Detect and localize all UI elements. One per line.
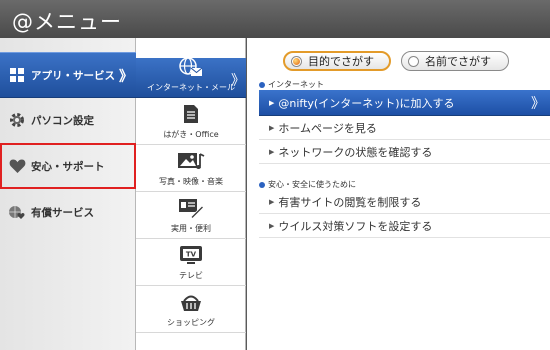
menu-item-restrict-harmful-sites[interactable]: ▶ 有害サイトの閲覧を制限する (259, 190, 550, 214)
category-tv[interactable]: TV テレビ (136, 240, 246, 286)
search-mode-toggle: 目的でさがす 名前でさがす (283, 51, 509, 71)
content-panel: 目的でさがす 名前でさがす インターネット ▶ @nifty(インターネット)に… (247, 38, 550, 350)
search-by-name-label: 名前でさがす (425, 55, 491, 68)
menu-item-label: ホームページを見る (278, 121, 377, 135)
svg-text:TV: TV (186, 251, 197, 259)
radio-unselected-icon (408, 55, 419, 67)
menu-item-view-homepage[interactable]: ▶ ホームページを見る (259, 116, 550, 140)
sidebar-item-paid-services[interactable]: 有償サービス (0, 189, 136, 235)
chevron-right-icon: 》 (531, 95, 545, 112)
menu-item-label: @nifty(インターネット)に加入する (278, 96, 455, 110)
menu-item-antivirus-settings[interactable]: ▶ ウイルス対策ソフトを設定する (259, 214, 550, 238)
category-label: 実用・便利 (171, 224, 211, 233)
triangle-right-icon: ▶ (269, 147, 275, 156)
menu-item-label: ウイルス対策ソフトを設定する (278, 219, 433, 233)
menu-item-check-network[interactable]: ▶ ネットワークの状態を確認する (259, 140, 550, 164)
sidebar-item-apps-services[interactable]: アプリ・サービス 》 (0, 52, 136, 98)
category-photo-video-music[interactable]: 写真・映像・音楽 (136, 146, 246, 192)
bullet-icon (259, 81, 265, 88)
category-label: ショッピング (167, 318, 215, 327)
chevron-right-icon: 》 (231, 73, 245, 89)
sidebar-item-label: アプリ・サービス (31, 69, 115, 82)
tv-icon: TV (179, 245, 203, 267)
category-label: テレビ (179, 271, 203, 280)
search-by-purpose-label: 目的でさがす (308, 55, 374, 68)
category-postcard-office[interactable]: はがき・Office (136, 99, 246, 145)
search-by-name-button[interactable]: 名前でさがす (401, 51, 509, 71)
sidebar: アプリ・サービス 》 パソコン設定 安心・サポート 有償サービス (0, 38, 136, 350)
category-column: インターネット・メール 》 はがき・Office 写真・映像・音楽 実用・便利 … (136, 38, 246, 350)
sidebar-item-label: 安心・サポート (31, 160, 105, 173)
radio-selected-icon (291, 55, 302, 67)
category-label: 写真・映像・音楽 (159, 177, 223, 186)
menu-item-label: 有害サイトの閲覧を制限する (278, 195, 422, 209)
menu-item-label: ネットワークの状態を確認する (278, 145, 433, 159)
triangle-right-icon: ▶ (269, 221, 275, 230)
category-label: はがき・Office (163, 130, 219, 139)
bullet-icon (259, 181, 265, 188)
triangle-right-icon: ▶ (269, 197, 275, 206)
pen-card-icon (178, 198, 205, 220)
category-shopping[interactable]: ショッピング (136, 287, 246, 333)
shopping-basket-icon (179, 294, 203, 314)
grid-icon (8, 66, 26, 84)
globe-mail-icon (179, 57, 203, 79)
sidebar-item-pc-settings[interactable]: パソコン設定 (0, 97, 136, 143)
heart-icon (8, 157, 26, 175)
sidebar-item-label: 有償サービス (31, 206, 94, 219)
sidebar-item-label: パソコン設定 (31, 114, 94, 127)
globe-heart-icon (8, 203, 26, 221)
menu-item-nifty-signup[interactable]: ▶ @nifty(インターネット)に加入する 》 (259, 90, 550, 116)
search-by-purpose-button[interactable]: 目的でさがす (283, 51, 391, 71)
category-label: インターネット・メール (147, 83, 235, 92)
gear-icon (8, 111, 26, 129)
triangle-right-icon: ▶ (269, 123, 275, 132)
category-practical-utility[interactable]: 実用・便利 (136, 193, 246, 239)
sidebar-item-safety-support[interactable]: 安心・サポート (0, 143, 136, 189)
window-title: @メニュー (0, 0, 550, 38)
document-icon (183, 104, 199, 126)
category-internet-mail[interactable]: インターネット・メール 》 (136, 57, 246, 98)
triangle-right-icon: ▶ (269, 98, 275, 107)
section-label-safety: 安心・安全に使うために (259, 179, 356, 190)
photo-music-icon (177, 151, 205, 173)
chevron-right-icon: 》 (119, 69, 133, 85)
section-label-internet: インターネット (259, 79, 324, 90)
